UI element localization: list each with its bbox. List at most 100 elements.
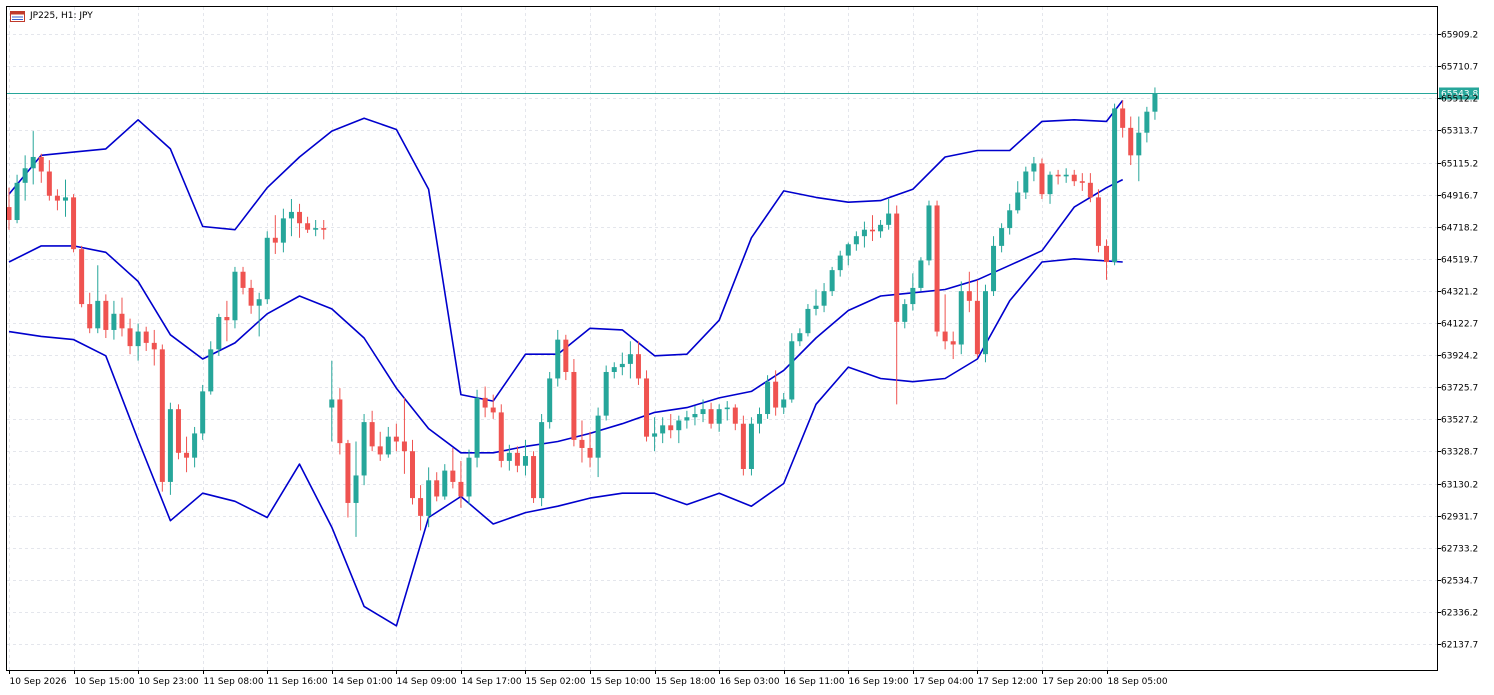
candle-body (1071, 174, 1077, 182)
y-tick-label: 64122.7 (1441, 320, 1478, 330)
y-tick-label: 63130.2 (1441, 481, 1478, 491)
candle-body (1112, 108, 1118, 263)
candle-body (385, 436, 391, 455)
candle-body (410, 451, 415, 499)
candle-body (692, 414, 698, 418)
candle-body (240, 271, 246, 288)
candle-body (103, 300, 109, 330)
candle-body (644, 378, 650, 437)
candle-body (297, 211, 303, 224)
chart-title: JP225, H1: JPY (30, 11, 93, 21)
x-tick-label: 14 Sep 17:00 (462, 677, 522, 687)
candle (71, 194, 77, 253)
x-tick-label: 15 Sep 02:00 (526, 677, 586, 687)
candle-body (700, 409, 706, 415)
y-tick-label: 64519.7 (1441, 256, 1478, 266)
candle-body (942, 331, 948, 342)
candle-body (87, 304, 93, 329)
y-tick-label: 62931.7 (1441, 513, 1478, 523)
x-tick-label: 14 Sep 01:00 (333, 677, 393, 687)
candle-body (1007, 210, 1013, 229)
y-tick-label: 62733.2 (1441, 545, 1478, 555)
candle-body (829, 270, 835, 292)
y-tick-label: 63924.2 (1441, 352, 1478, 362)
candle-body (256, 299, 262, 306)
candle-body (619, 363, 625, 368)
candle-body (991, 245, 997, 292)
candle-body (539, 422, 545, 499)
candle-body (982, 291, 988, 355)
x-tick-label: 15 Sep 10:00 (591, 677, 651, 687)
candle-body (635, 354, 641, 379)
candle (748, 417, 754, 476)
candle (200, 384, 206, 440)
y-tick-label: 64321.2 (1441, 288, 1478, 298)
candle-body (442, 470, 448, 497)
candle-body (684, 417, 690, 421)
candle-body (280, 218, 286, 243)
y-tick-label: 65710.7 (1441, 63, 1478, 73)
candle-body (272, 237, 278, 243)
candle-body (216, 317, 222, 350)
candle-body (192, 433, 198, 458)
candle-body (95, 300, 101, 329)
candle-body (571, 371, 577, 440)
candle-body (264, 237, 270, 300)
candle-body (54, 195, 60, 201)
candle-body (71, 197, 77, 250)
candle-body (966, 291, 972, 301)
candle-body (999, 228, 1005, 246)
candle-body (611, 367, 617, 372)
candle-body (111, 313, 117, 330)
candle-body (821, 291, 827, 306)
candle-body (62, 197, 68, 201)
candle-body (555, 339, 561, 379)
chart-title-bar: JP225, H1: JPY (10, 9, 93, 23)
candle-body (450, 470, 456, 482)
candle-body (305, 223, 311, 230)
candle-body (676, 420, 682, 431)
candle (466, 449, 472, 505)
candle-body (1136, 132, 1142, 156)
x-tick-label: 17 Sep 12:00 (978, 677, 1038, 687)
candle-body (708, 409, 714, 424)
x-tick-label: 16 Sep 03:00 (720, 677, 780, 687)
x-tick-label: 17 Sep 20:00 (1043, 677, 1103, 687)
candle-body (627, 354, 633, 364)
candle-body (789, 341, 795, 400)
candle-body (1031, 163, 1037, 172)
x-tick-label: 10 Sep 23:00 (139, 677, 199, 687)
candle-body (1095, 197, 1101, 246)
x-tick-label: 10 Sep 2026 (10, 677, 67, 687)
candle (644, 370, 650, 442)
candle-body (660, 425, 666, 434)
candle-body (377, 446, 383, 455)
y-tick-label: 62137.7 (1441, 641, 1478, 651)
candle (603, 365, 609, 421)
candle-body (926, 205, 932, 261)
candle-body (46, 171, 52, 196)
x-tick-label: 10 Sep 15:00 (75, 677, 135, 687)
candle-body (886, 213, 892, 225)
chart-area[interactable]: 65543.8 65909.265710.765512.265313.76511… (0, 0, 1494, 695)
candle-body (401, 441, 407, 452)
y-tick-label: 64718.2 (1441, 224, 1478, 234)
candle (789, 333, 795, 403)
candle (765, 375, 771, 419)
candle (1112, 103, 1118, 266)
candle-body (732, 407, 738, 424)
candle (926, 200, 932, 266)
candle-body (716, 409, 722, 424)
candle (982, 284, 988, 363)
candle-body (974, 300, 980, 355)
candle-body (748, 423, 754, 469)
candle-body (482, 397, 488, 408)
candle-body (765, 381, 771, 415)
candle-body (1079, 181, 1085, 183)
candle-body (910, 287, 916, 305)
candle (547, 371, 553, 429)
candle-body (175, 409, 181, 453)
candle-body (337, 399, 343, 444)
candle-body (797, 333, 803, 342)
candle-body (345, 443, 351, 503)
